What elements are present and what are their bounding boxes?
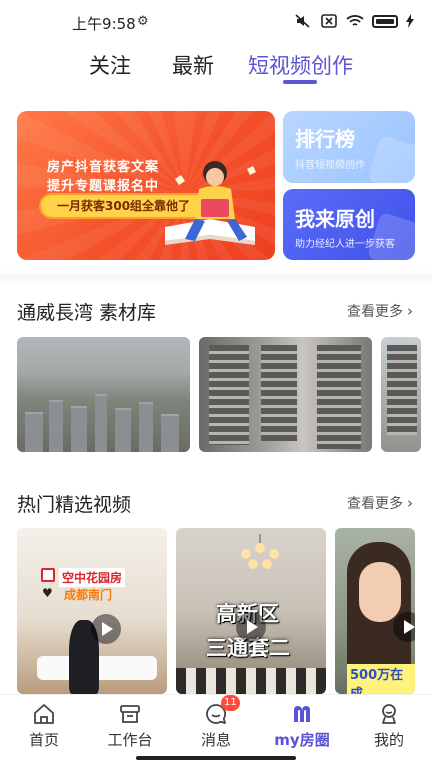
unread-badge: 11 <box>221 695 240 711</box>
wifi-icon <box>346 15 364 26</box>
ranking-decor-icon <box>366 134 415 183</box>
nav-item-messages[interactable]: 11 消息 <box>181 695 251 755</box>
tower-shape <box>261 345 297 441</box>
status-bar: 上午9:58 ⚙ <box>0 0 432 44</box>
tower-shape <box>387 345 417 435</box>
material-thumbnail[interactable] <box>381 337 421 452</box>
original-card[interactable]: 我来原创 助力经纪人进一步获客 <box>283 189 415 260</box>
building-shape <box>71 406 87 452</box>
promo-banner[interactable]: 房产抖音获客文案 提升专题课报名中 一月获客300组全靠他了 <box>17 111 275 260</box>
rug-shape <box>176 668 326 694</box>
top-tabs: 关注 最新 短视频创作 <box>0 50 432 90</box>
material-thumbnail[interactable] <box>17 337 190 452</box>
videos-more-link[interactable]: 查看更多 › <box>347 493 413 513</box>
videos-section-title: 热门精选视频 <box>17 490 131 517</box>
my-circle-icon <box>294 706 310 722</box>
nav-item-home[interactable]: 首页 <box>9 695 79 755</box>
banner-line-1: 房产抖音获客文案 <box>47 160 160 175</box>
sim-off-icon <box>321 14 337 28</box>
battery-icon <box>372 14 398 28</box>
ranking-card-subtitle: 抖音短视频创作 <box>295 160 365 171</box>
chevron-right-icon: › <box>407 494 413 512</box>
video-tag: 成都南门 <box>64 588 113 602</box>
active-tab-indicator <box>283 80 317 84</box>
checkbox-icon <box>41 568 55 582</box>
nav-item-profile[interactable]: 我的 <box>354 695 424 755</box>
play-icon[interactable] <box>393 612 415 642</box>
play-icon[interactable] <box>91 614 121 644</box>
original-card-title: 我来原创 <box>295 207 375 231</box>
nav-label: 我的 <box>373 731 404 749</box>
building-shape <box>161 414 179 452</box>
building-shape <box>95 394 107 452</box>
videos-more-label: 查看更多 <box>347 496 403 512</box>
building-shape <box>25 412 43 452</box>
tab-short-video[interactable]: 短视频创作 <box>248 50 353 80</box>
material-thumbnail[interactable] <box>199 337 372 452</box>
mute-icon <box>295 14 310 28</box>
ranking-card-title: 排行榜 <box>295 127 355 151</box>
video-card[interactable]: 空中花园房 ♥ 成都南门 <box>17 528 167 694</box>
status-icons <box>294 14 414 28</box>
chandelier-icon <box>236 534 284 570</box>
building-shape <box>49 400 63 452</box>
banner-line-2: 提升专题课报名中 <box>47 179 160 194</box>
nav-label: 首页 <box>28 731 59 749</box>
home-icon <box>34 704 54 724</box>
nav-item-workbench[interactable]: 工作台 <box>95 695 165 755</box>
materials-more-label: 查看更多 <box>347 304 403 320</box>
charging-icon <box>406 14 414 28</box>
heart-icon: ♥ <box>42 586 53 600</box>
face-shape <box>359 562 401 622</box>
nav-label: my房圈 <box>274 731 330 749</box>
tab-follow[interactable]: 关注 <box>89 50 131 80</box>
play-icon[interactable] <box>236 612 266 642</box>
settings-status-icon: ⚙ <box>137 14 149 29</box>
nav-label: 工作台 <box>107 731 153 749</box>
materials-section-title: 通威長湾 素材库 <box>17 298 156 325</box>
reading-figure-illustration <box>165 161 256 245</box>
chevron-right-icon: › <box>407 302 413 320</box>
section-divider <box>0 270 432 284</box>
video-tag: 空中花园房 <box>59 568 126 587</box>
materials-title-text: 通威長湾 素材 <box>17 302 138 324</box>
tab-latest[interactable]: 最新 <box>172 50 214 80</box>
video-tag: 500万在成 <box>347 664 415 694</box>
workbench-icon <box>120 705 140 723</box>
ranking-card[interactable]: 排行榜 抖音短视频创作 <box>283 111 415 183</box>
materials-more-link[interactable]: 查看更多 › <box>347 301 413 321</box>
nav-label: 消息 <box>200 731 231 749</box>
profile-icon <box>382 704 396 724</box>
video-card[interactable]: 500万在成 <box>335 528 415 694</box>
nav-item-my-circle[interactable]: my房圈 <box>267 695 337 755</box>
building-shape <box>139 402 153 452</box>
videos-title-text: 热门精选视 <box>17 494 113 516</box>
videos-title-highlight: 频 <box>112 494 132 516</box>
status-time: 上午9:58 <box>72 15 136 33</box>
building-shape <box>115 408 131 452</box>
materials-title-highlight: 库 <box>137 302 157 324</box>
video-card[interactable]: 高新区 三通套二 <box>176 528 326 694</box>
home-indicator <box>136 756 296 760</box>
tower-shape <box>317 345 361 449</box>
tower-shape <box>209 345 249 445</box>
